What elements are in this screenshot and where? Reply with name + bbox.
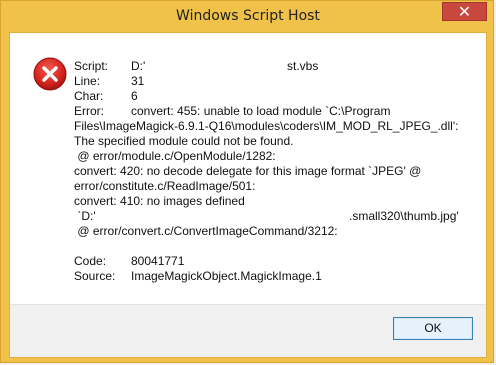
script-value-suffix: st.vbs (287, 59, 319, 73)
source-row: Source: ImageMagickObject.MagickImage.1 (74, 269, 479, 284)
line-row: Line: 31 (74, 74, 479, 89)
error-line-3-row: The specified module could not be found. (74, 134, 479, 149)
button-bar: OK (10, 304, 486, 357)
error-line-6-row: error/constitute.c/ReadImage/501: (74, 179, 479, 194)
error-line-3: The specified module could not be found. (74, 134, 294, 148)
error-circle-icon (33, 57, 67, 91)
error-line-2: Files\ImageMagick-6.9.1-Q16\modules\code… (74, 119, 459, 133)
error-line-8-row: `D:' .small320\thumb.jpg' (74, 209, 479, 224)
close-icon: ✕ (457, 2, 472, 21)
error-row: Error: convert: 455: unable to load modu… (74, 104, 479, 119)
error-line-8a: `D:' (74, 209, 96, 223)
script-value-prefix: D:' (131, 59, 146, 73)
script-row: Script: D:' st.vbs (74, 59, 479, 74)
error-line-1: convert: 455: unable to load module `C:\… (131, 104, 391, 118)
source-value: ImageMagickObject.MagickImage.1 (131, 269, 322, 283)
close-button[interactable]: ✕ (442, 2, 487, 21)
error-line-8b: .small320\thumb.jpg' (349, 209, 459, 223)
code-row: Code: 80041771 (74, 254, 479, 269)
error-line-4: @ error/module.c/OpenModule/1282: (74, 149, 276, 163)
char-value: 6 (131, 89, 138, 103)
ok-button-label: OK (424, 321, 442, 335)
line-label: Line: (74, 74, 101, 88)
error-line-7: convert: 410: no images defined (74, 194, 245, 208)
window-title: Windows Script Host (176, 8, 320, 24)
error-line-7-row: convert: 410: no images defined (74, 194, 479, 209)
script-label: Script: (74, 59, 109, 73)
error-line-5: convert: 420: no decode delegate for thi… (74, 164, 422, 178)
error-line-5-row: convert: 420: no decode delegate for thi… (74, 164, 479, 179)
char-row: Char: 6 (74, 89, 479, 104)
title-bar[interactable]: Windows Script Host ✕ (1, 1, 495, 32)
code-value: 80041771 (131, 254, 185, 268)
dialog-window: Windows Script Host ✕ Script: D:' st.vbs (0, 0, 494, 363)
error-label: Error: (74, 104, 104, 118)
ok-button[interactable]: OK (393, 317, 473, 340)
char-label: Char: (74, 89, 104, 103)
code-label: Code: (74, 254, 107, 268)
error-line-2-row: Files\ImageMagick-6.9.1-Q16\modules\code… (74, 119, 479, 134)
error-line-4-row: @ error/module.c/OpenModule/1282: (74, 149, 479, 164)
message-content: Script: D:' st.vbs Line: 31 Char: 6 Erro… (74, 59, 479, 284)
source-label: Source: (74, 269, 116, 283)
error-line-6: error/constitute.c/ReadImage/501: (74, 179, 256, 193)
dialog-body: Script: D:' st.vbs Line: 31 Char: 6 Erro… (9, 32, 487, 358)
error-line-9: @ error/convert.c/ConvertImageCommand/32… (74, 224, 338, 238)
line-value: 31 (131, 74, 145, 88)
error-line-9-row: @ error/convert.c/ConvertImageCommand/32… (74, 224, 479, 239)
